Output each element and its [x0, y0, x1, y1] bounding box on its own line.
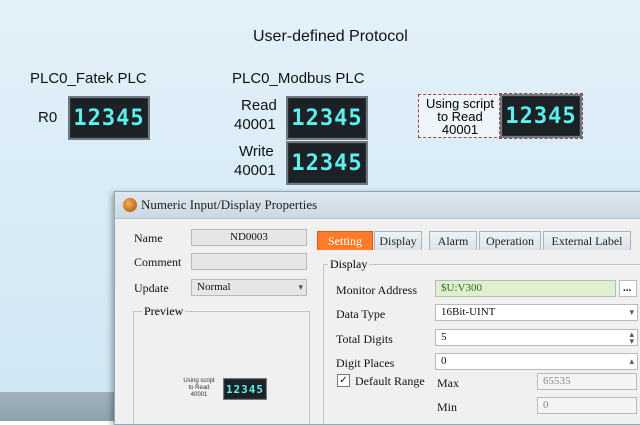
- preview-label: Preview: [142, 304, 186, 319]
- update-label: Update: [134, 281, 169, 295]
- script-label-line-2: to Read: [437, 108, 483, 124]
- digit-places-spinner[interactable]: 0 ▴: [435, 353, 638, 370]
- fatek-plc-header: PLC0_Fatek PLC: [30, 70, 147, 87]
- script-display-value: 12345: [505, 103, 577, 129]
- modbus-plc-header: PLC0_Modbus PLC: [232, 70, 365, 87]
- browse-address-button[interactable]: ...: [619, 280, 637, 297]
- read-address: 40001: [234, 116, 276, 133]
- spinner-up-icon[interactable]: ▴: [629, 354, 634, 369]
- chevron-down-icon: ▾: [629, 307, 634, 317]
- read-display-value: 12345: [291, 105, 363, 131]
- digit-places-label: Digit Places: [336, 356, 395, 370]
- app-icon: [123, 198, 137, 212]
- min-field[interactable]: 0: [537, 397, 637, 414]
- display-group-title: Display: [328, 257, 370, 272]
- spinner-arrows-icon[interactable]: ▴ ▾: [629, 330, 634, 346]
- preview-caption-line-1: Using script: [183, 378, 215, 384]
- max-field[interactable]: 65535: [537, 373, 637, 390]
- tab-display[interactable]: Display: [374, 231, 422, 250]
- data-type-select[interactable]: 16Bit-UINT ▾: [435, 304, 638, 321]
- write-display-value: 12345: [291, 150, 363, 176]
- canvas-title: User-defined Protocol: [253, 28, 408, 45]
- comment-label: Comment: [134, 255, 182, 269]
- preview-group: Preview Using script to Read 40001 12345: [133, 304, 310, 424]
- comment-field[interactable]: [191, 253, 307, 270]
- min-label: Min: [437, 400, 458, 414]
- update-select-value: Normal: [197, 281, 231, 293]
- write-numeric-input[interactable]: 12345: [286, 141, 368, 185]
- script-numeric-display[interactable]: 12345: [499, 93, 583, 139]
- tab-setting[interactable]: Setting: [317, 231, 373, 250]
- max-label: Max: [437, 376, 459, 390]
- preview-caption-line-2: to Read: [188, 385, 210, 391]
- digit-places-value: 0: [441, 355, 447, 367]
- preview-caption: Using script to Read 40001: [178, 378, 220, 399]
- write-address: 40001: [234, 162, 276, 179]
- monitor-address-field[interactable]: $U:V300: [435, 280, 616, 297]
- default-range-checkbox[interactable]: ✓: [337, 374, 350, 387]
- tab-operation[interactable]: Operation: [479, 231, 541, 250]
- tab-external-label[interactable]: External Label: [543, 231, 631, 250]
- chevron-down-icon: ▾: [298, 282, 303, 292]
- monitor-address-label: Monitor Address: [336, 283, 417, 297]
- dialog-title: Numeric Input/Display Properties: [141, 197, 318, 212]
- script-label-line-1: Using script: [426, 95, 494, 111]
- preview-display-value: 12345: [225, 382, 265, 396]
- default-range-label: Default Range: [355, 374, 425, 388]
- r0-display-value: 12345: [73, 105, 145, 131]
- read-label: Read: [241, 97, 277, 114]
- numeric-properties-dialog: Numeric Input/Display Properties Name ND…: [114, 191, 640, 425]
- tab-alarm[interactable]: Alarm: [429, 231, 477, 250]
- total-digits-spinner[interactable]: 5 ▴ ▾: [435, 329, 638, 346]
- write-label: Write: [239, 143, 274, 160]
- data-type-label: Data Type: [336, 307, 386, 321]
- script-label-line-3: 40001: [441, 121, 479, 137]
- dialog-titlebar[interactable]: Numeric Input/Display Properties: [115, 192, 640, 219]
- preview-numeric-display: 12345: [223, 378, 267, 400]
- script-read-label[interactable]: Using script to Read 40001: [418, 94, 502, 138]
- name-label: Name: [134, 231, 163, 245]
- r0-label: R0: [38, 109, 58, 126]
- read-numeric-display[interactable]: 12345: [286, 96, 368, 140]
- data-type-value: 16Bit-UINT: [441, 306, 496, 318]
- update-select[interactable]: Normal ▾: [191, 279, 307, 296]
- r0-numeric-display[interactable]: 12345: [68, 96, 150, 140]
- total-digits-label: Total Digits: [336, 332, 393, 346]
- name-field: ND0003: [191, 229, 307, 246]
- preview-caption-line-3: 40001: [190, 392, 208, 398]
- total-digits-value: 5: [441, 331, 447, 343]
